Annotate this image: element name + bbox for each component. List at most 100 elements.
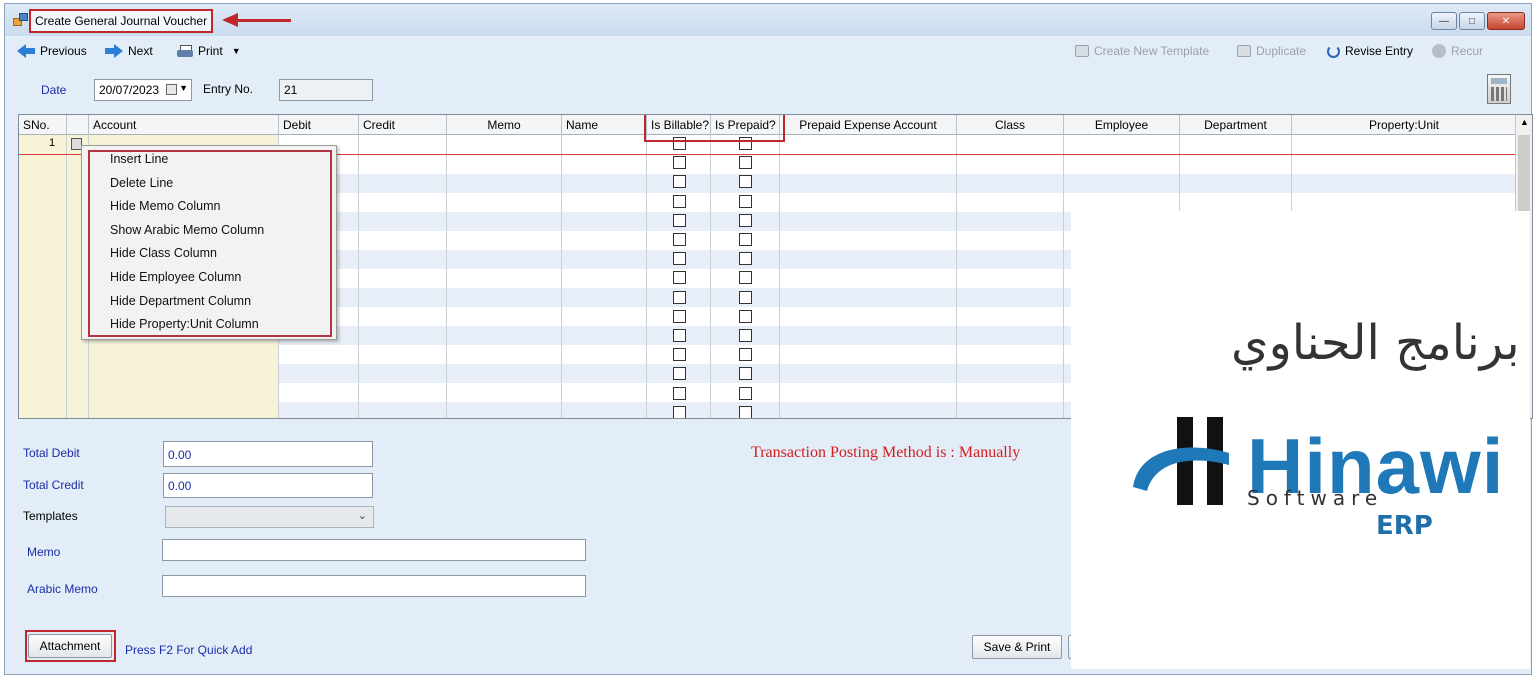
- calendar-icon: [166, 84, 177, 95]
- entry-no-field[interactable]: 21: [279, 79, 373, 101]
- billable-checkbox[interactable]: [673, 309, 686, 323]
- prepaid-checkbox[interactable]: [739, 233, 752, 246]
- printer-icon: [177, 44, 193, 58]
- attachment-highlight: [25, 630, 116, 662]
- prepaid-checkbox[interactable]: [739, 367, 752, 381]
- billable-prepaid-highlight: [644, 115, 785, 142]
- prepaid-checkbox[interactable]: [739, 156, 752, 170]
- row-context-menu: Insert Line Delete Line Hide Memo Column…: [81, 145, 337, 340]
- next-label: Next: [128, 44, 153, 58]
- recur-icon: [1432, 44, 1446, 58]
- prepaid-checkbox[interactable]: [739, 386, 752, 400]
- prepaid-checkbox[interactable]: [739, 348, 752, 362]
- sno-column: [19, 135, 67, 418]
- title-bar: Create General Journal Voucher — □ ✕: [5, 4, 1531, 36]
- red-arrow-shaft-icon: [237, 19, 291, 22]
- prepaid-checkbox[interactable]: [739, 290, 752, 304]
- templates-dropdown[interactable]: ⌄: [165, 506, 374, 528]
- header-debit: Debit: [279, 115, 359, 135]
- print-button[interactable]: Print ▼: [177, 44, 241, 58]
- header-department: Department: [1180, 115, 1292, 135]
- total-credit-label: Total Credit: [23, 478, 84, 492]
- header-property-unit: Property:Unit: [1292, 115, 1517, 135]
- header-class: Class: [957, 115, 1064, 135]
- maximize-button[interactable]: □: [1459, 12, 1485, 30]
- prepaid-checkbox[interactable]: [739, 175, 752, 189]
- prepaid-checkbox[interactable]: [739, 271, 752, 285]
- templates-label: Templates: [23, 509, 78, 523]
- header-selector: [67, 115, 89, 135]
- name-column[interactable]: [562, 135, 647, 418]
- toolbar: Previous Next Print ▼ Create New Templat…: [5, 38, 1531, 66]
- date-picker[interactable]: 20/07/2023 ▼: [94, 79, 192, 101]
- calculator-icon[interactable]: [1487, 74, 1511, 104]
- billable-checkbox[interactable]: [673, 405, 686, 418]
- create-template-button[interactable]: Create New Template: [1075, 44, 1209, 58]
- prepaid-checkbox[interactable]: [739, 213, 752, 227]
- prepaid-checkbox[interactable]: [739, 194, 752, 208]
- memo-column[interactable]: [447, 135, 562, 418]
- minimize-button[interactable]: —: [1431, 12, 1457, 30]
- menu-hide-memo-column[interactable]: Hide Memo Column: [110, 199, 220, 213]
- window-controls: — □ ✕: [1431, 12, 1525, 30]
- header-employee: Employee: [1064, 115, 1180, 135]
- menu-delete-line[interactable]: Delete Line: [110, 176, 173, 190]
- class-column[interactable]: [957, 135, 1064, 418]
- billable-checkbox[interactable]: [673, 233, 686, 246]
- row-1-sno: 1: [49, 137, 56, 149]
- chevron-down-icon: ▼: [179, 83, 188, 93]
- billable-checkbox[interactable]: [673, 348, 686, 362]
- template-icon: [1075, 45, 1089, 57]
- date-label: Date: [41, 83, 67, 97]
- menu-hide-property-unit-column[interactable]: Hide Property:Unit Column: [110, 317, 259, 331]
- prepaid-checkbox[interactable]: [739, 309, 752, 323]
- menu-hide-employee-column[interactable]: Hide Employee Column: [110, 270, 241, 284]
- entry-no-label: Entry No.: [203, 82, 254, 96]
- arabic-memo-input[interactable]: [162, 575, 586, 597]
- menu-show-arabic-memo-column[interactable]: Show Arabic Memo Column: [110, 223, 264, 237]
- create-template-label: Create New Template: [1094, 44, 1210, 58]
- duplicate-button[interactable]: Duplicate: [1237, 44, 1306, 58]
- app-icon: [13, 13, 29, 27]
- prepaid-checkbox[interactable]: [739, 329, 752, 342]
- total-debit-field: 0.00: [163, 441, 373, 467]
- menu-hide-class-column[interactable]: Hide Class Column: [110, 246, 217, 260]
- header-sno: SNo.: [19, 115, 67, 135]
- billable-checkbox[interactable]: [673, 329, 686, 342]
- prepaid-checkbox[interactable]: [739, 252, 752, 266]
- billable-checkbox[interactable]: [673, 367, 686, 381]
- revise-entry-label: Revise Entry: [1345, 44, 1414, 58]
- scroll-up-icon[interactable]: ▲: [1520, 117, 1529, 127]
- previous-button[interactable]: Previous: [17, 44, 87, 58]
- menu-insert-line[interactable]: Insert Line: [110, 152, 168, 166]
- logo-h-mark-icon: [1133, 417, 1229, 505]
- chevron-down-icon: ▼: [231, 46, 241, 56]
- credit-column[interactable]: [359, 135, 447, 418]
- billable-checkbox[interactable]: [673, 386, 686, 400]
- billable-checkbox[interactable]: [673, 175, 686, 189]
- header-account: Account: [89, 115, 279, 135]
- date-value: 20/07/2023: [99, 83, 160, 97]
- billable-checkbox[interactable]: [673, 213, 686, 227]
- header-memo: Memo: [447, 115, 562, 135]
- billable-checkbox[interactable]: [673, 290, 686, 304]
- billable-checkbox[interactable]: [673, 156, 686, 170]
- billable-checkbox[interactable]: [673, 194, 686, 208]
- print-label: Print: [198, 44, 223, 58]
- save-print-button[interactable]: Save & Print: [972, 635, 1062, 659]
- menu-hide-department-column[interactable]: Hide Department Column: [110, 294, 251, 308]
- close-button[interactable]: ✕: [1487, 12, 1525, 30]
- billable-checkbox[interactable]: [673, 271, 686, 285]
- header-name: Name: [562, 115, 647, 135]
- prepaid-account-column[interactable]: [780, 135, 957, 418]
- next-button[interactable]: Next: [105, 44, 153, 58]
- recur-button[interactable]: Recur: [1432, 44, 1483, 58]
- prepaid-checkbox[interactable]: [739, 405, 752, 418]
- total-debit-label: Total Debit: [23, 446, 80, 460]
- header-prepaid-account: Prepaid Expense Account: [780, 115, 957, 135]
- revise-entry-button[interactable]: Revise Entry: [1327, 44, 1413, 58]
- billable-checkbox[interactable]: [673, 252, 686, 266]
- memo-input[interactable]: [162, 539, 586, 561]
- recur-label: Recur: [1451, 44, 1484, 58]
- red-arrow-head-icon: [222, 13, 238, 27]
